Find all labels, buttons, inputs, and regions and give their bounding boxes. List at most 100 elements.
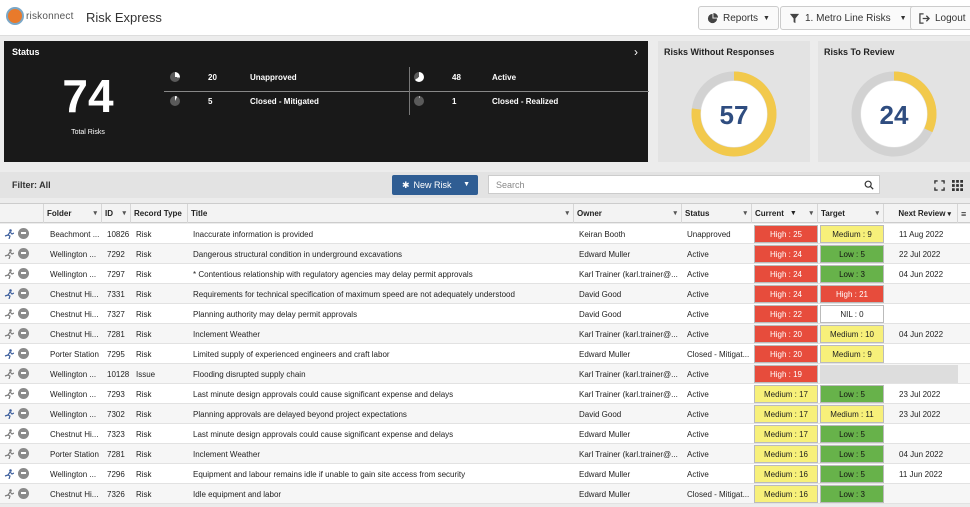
table-row[interactable]: Chestnut Hi... 7281 Risk Inclement Weather K… (0, 324, 970, 344)
table-row[interactable]: Wellington ... 7296 Risk Equipment and labo… (0, 464, 970, 484)
table-row[interactable]: Porter Station 7281 Risk Inclement Weather K… (0, 444, 970, 464)
cell-type: Risk (136, 229, 152, 239)
table-row[interactable]: Chestnut Hi... 7323 Risk Last minute design… (0, 424, 970, 444)
cell-next-review: 04 Jun 2022 (899, 449, 944, 459)
running-person-icon[interactable] (4, 289, 14, 299)
cell-title[interactable]: Inclement Weather (190, 324, 574, 344)
cell-title[interactable]: Flooding disrupted supply chain (190, 364, 574, 384)
running-person-icon[interactable] (4, 229, 14, 239)
column-current[interactable]: Current ▼ ▾ (752, 204, 818, 223)
logout-button[interactable]: Logout (910, 6, 970, 30)
comment-icon[interactable] (18, 288, 29, 299)
new-risk-button[interactable]: ✱ New Risk ▼ (392, 175, 478, 195)
cell-id: 7327 (107, 309, 125, 319)
comment-icon[interactable] (18, 348, 29, 359)
chevron-down-icon[interactable]: ▾ (809, 209, 813, 217)
filter-label[interactable]: Filter: All (12, 180, 51, 190)
running-person-icon[interactable] (4, 449, 14, 459)
running-person-icon[interactable] (4, 349, 14, 359)
column-record-type[interactable]: Record Type (131, 204, 188, 223)
cell-title[interactable]: Equipment and labour remains idle if una… (190, 464, 574, 484)
cell-title[interactable]: Limited supply of experienced engineers … (190, 344, 574, 364)
comment-icon[interactable] (18, 388, 29, 399)
grid-icon[interactable] (952, 180, 963, 191)
cell-title[interactable]: Dangerous structural condition in underg… (190, 244, 574, 264)
table-row[interactable]: Porter Station 7295 Risk Limited supply of … (0, 344, 970, 364)
comment-icon[interactable] (18, 368, 29, 379)
status-item-active[interactable]: 48 Active (414, 69, 516, 85)
column-title[interactable]: Title ▾ (188, 204, 574, 223)
cell-title[interactable]: Planning approvals are delayed beyond pr… (190, 404, 574, 424)
column-next-review[interactable]: Next Review ▾ (884, 204, 958, 223)
caret-down-icon[interactable]: ▼ (463, 181, 470, 188)
table-row[interactable]: Chestnut Hi... 7331 Risk Requirements for t… (0, 284, 970, 304)
chevron-down-icon[interactable]: ▾ (875, 209, 879, 217)
chevron-down-icon[interactable]: ▾ (93, 209, 97, 217)
comment-icon[interactable] (18, 488, 29, 499)
cell-title[interactable]: Requirements for technical specification… (190, 284, 574, 304)
cell-title[interactable]: Last minute design approvals could cause… (190, 384, 574, 404)
column-target[interactable]: Target ▾ (818, 204, 884, 223)
table-row[interactable]: Wellington ... 7297 Risk * Contentious rela… (0, 264, 970, 284)
column-actions (0, 204, 44, 223)
cell-status: Active (687, 329, 709, 339)
running-person-icon[interactable] (4, 489, 14, 499)
chevron-down-icon[interactable]: ▾ (122, 209, 126, 217)
search-icon[interactable] (864, 180, 874, 190)
logo[interactable]: riskonnect (6, 5, 73, 29)
comment-icon[interactable] (18, 328, 29, 339)
cell-id: 10128 (107, 369, 130, 379)
column-menu-icon[interactable]: ≡ (958, 204, 970, 223)
running-person-icon[interactable] (4, 389, 14, 399)
risk-register-dropdown[interactable]: 1. Metro Line Risks ▼ (780, 6, 916, 30)
running-person-icon[interactable] (4, 469, 14, 479)
status-panel[interactable]: Status › 74 Total Risks 20 Unapproved 48… (4, 41, 649, 162)
cell-title[interactable]: Inaccurate information is provided (190, 224, 574, 244)
table-row[interactable]: Wellington ... 10128 Issue Flooding disrupt… (0, 364, 970, 384)
reports-button[interactable]: Reports ▼ (698, 6, 779, 30)
comment-icon[interactable] (18, 228, 29, 239)
column-folder[interactable]: Folder ▾ (44, 204, 102, 223)
status-item-unapproved[interactable]: 20 Unapproved (170, 69, 297, 85)
running-person-icon[interactable] (4, 369, 14, 379)
chevron-down-icon[interactable]: ▾ (673, 209, 677, 217)
status-item-closed-mitigated[interactable]: 5 Closed - Mitigated (170, 93, 319, 109)
running-person-icon[interactable] (4, 409, 14, 419)
chevron-down-icon[interactable]: ▾ (947, 210, 951, 218)
column-status[interactable]: Status ▾ (682, 204, 752, 223)
table-row[interactable]: Wellington ... 7302 Risk Planning approvals… (0, 404, 970, 424)
search-input[interactable]: Search (488, 175, 880, 194)
chevron-down-icon[interactable]: ▾ (743, 209, 747, 217)
column-id[interactable]: ID ▾ (102, 204, 131, 223)
running-person-icon[interactable] (4, 429, 14, 439)
risks-to-review-card[interactable]: Risks To Review 24 (818, 41, 970, 162)
table-row[interactable]: Wellington ... 7292 Risk Dangerous structur… (0, 244, 970, 264)
running-person-icon[interactable] (4, 329, 14, 339)
cell-title[interactable]: Idle equipment and labor (190, 484, 574, 504)
table-row[interactable]: Beachmont ... 10826 Risk Inaccurate informa… (0, 224, 970, 244)
comment-icon[interactable] (18, 308, 29, 319)
comment-icon[interactable] (18, 448, 29, 459)
chevron-right-icon[interactable]: › (634, 45, 638, 59)
running-person-icon[interactable] (4, 269, 14, 279)
comment-icon[interactable] (18, 428, 29, 439)
expand-icon[interactable] (934, 180, 945, 191)
comment-icon[interactable] (18, 248, 29, 259)
table-row[interactable]: Wellington ... 7293 Risk Last minute design… (0, 384, 970, 404)
column-owner[interactable]: Owner ▾ (574, 204, 682, 223)
comment-icon[interactable] (18, 268, 29, 279)
comment-icon[interactable] (18, 408, 29, 419)
risks-without-responses-card[interactable]: Risks Without Responses 57 (658, 41, 810, 162)
cell-title[interactable]: Last minute design approvals could cause… (190, 424, 574, 444)
cell-title[interactable]: * Contentious relationship with regulato… (190, 264, 574, 284)
chevron-down-icon[interactable]: ▾ (565, 209, 569, 217)
status-item-closed-realized[interactable]: 1 Closed - Realized (414, 93, 558, 109)
table-row[interactable]: Chestnut Hi... 7326 Risk Idle equipment and… (0, 484, 970, 504)
cell-next-review (896, 304, 958, 324)
cell-title[interactable]: Inclement Weather (190, 444, 574, 464)
cell-title[interactable]: Planning authority may delay permit appr… (190, 304, 574, 324)
comment-icon[interactable] (18, 468, 29, 479)
running-person-icon[interactable] (4, 249, 14, 259)
table-row[interactable]: Chestnut Hi... 7327 Risk Planning authority… (0, 304, 970, 324)
running-person-icon[interactable] (4, 309, 14, 319)
